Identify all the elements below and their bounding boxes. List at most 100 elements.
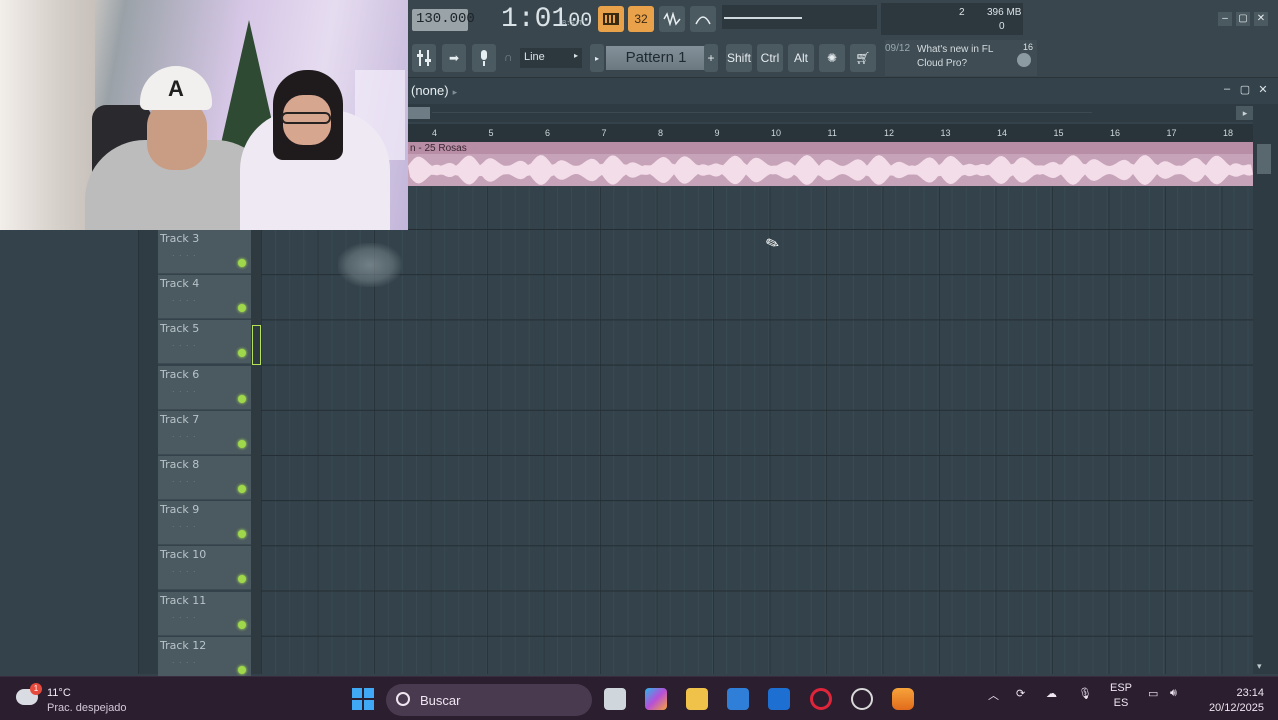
horizontal-scrollbar[interactable]: ▸ [408, 104, 1258, 122]
playlist-maximize-button[interactable]: ▢ [1238, 83, 1252, 96]
step-edit-button[interactable]: 32 [628, 6, 654, 32]
audio-clip[interactable]: n - 25 Rosas [408, 142, 1253, 186]
track-mute-led[interactable] [238, 259, 246, 267]
sync-icon[interactable]: ⟳ [1016, 687, 1025, 700]
track-header[interactable]: Track 11 . . . . [158, 591, 251, 636]
shop-icon: 🛒︎ [855, 51, 871, 65]
close-button[interactable]: ✕ [1254, 12, 1268, 26]
track-header[interactable]: Track 8 . . . . [158, 456, 251, 500]
typing-keyboard-button[interactable] [598, 6, 624, 32]
ruler-bar-label: 5 [488, 128, 494, 138]
scroll-thumb[interactable] [408, 107, 430, 119]
scroll-track [432, 112, 1092, 113]
outlook-icon[interactable] [768, 688, 790, 710]
timeline-ruler[interactable]: 4 5 6 7 8 9 10 11 12 13 14 15 16 17 18 [408, 124, 1253, 142]
ruler-bar-label: 14 [997, 128, 1008, 138]
language-indicator[interactable]: ESP ES [1110, 681, 1132, 711]
maximize-button[interactable]: ▢ [1236, 12, 1250, 26]
snap-selector[interactable]: Line ▸ [520, 48, 582, 68]
playlist-arrow-button[interactable]: ➡ [442, 44, 466, 72]
ctrl-button[interactable]: Ctrl [757, 44, 783, 72]
store-icon[interactable] [727, 688, 749, 710]
waveform-icon [663, 12, 681, 26]
network-icon[interactable]: ▭ [1148, 687, 1158, 700]
ruler-bar-label: 9 [714, 128, 720, 138]
snap-value: Line [524, 51, 545, 63]
track-header[interactable]: Track 6 . . . . [158, 365, 251, 410]
pattern-selector[interactable]: Pattern 1 [606, 46, 706, 70]
drag-ghost [338, 243, 402, 287]
playlist-minimize-button[interactable]: – [1220, 83, 1234, 95]
file-explorer-icon[interactable] [686, 688, 708, 710]
snap-icon: ∩ [504, 50, 513, 64]
news-title: What's new in FL Cloud Pro? [917, 44, 994, 69]
track-name: Track 4 [160, 277, 200, 291]
wait-input-button[interactable] [659, 6, 685, 32]
mixer-button[interactable] [412, 44, 436, 72]
task-view-icon[interactable] [604, 688, 626, 710]
track-mute-led[interactable] [238, 349, 246, 358]
track-mute-led[interactable] [238, 575, 246, 584]
metronome-button[interactable] [690, 6, 716, 32]
shop-button[interactable]: 🛒︎ [850, 44, 876, 72]
add-pattern-button[interactable]: + [704, 44, 718, 72]
track-mute-led[interactable] [238, 304, 246, 313]
vertical-scrollbar[interactable]: ▾ [1253, 104, 1278, 674]
weather-widget[interactable]: 1 11°C Prac. despejado [16, 683, 156, 715]
microphone-icon[interactable]: 🎙︎ [1078, 687, 1092, 700]
sample-browser-button[interactable]: ✺ [819, 44, 845, 72]
track-mute-led[interactable] [238, 439, 246, 448]
pattern-prev-button[interactable]: ▸ [590, 44, 604, 72]
weather-condition: Prac. despejado [47, 702, 127, 714]
track-mute-led[interactable] [238, 530, 246, 539]
chevron-up-icon[interactable]: ︿ [988, 687, 999, 703]
obs-icon[interactable] [851, 688, 873, 710]
playlist-close-button[interactable]: ✕ [1256, 83, 1270, 96]
record-audio-button[interactable] [472, 44, 496, 72]
alt-button[interactable]: Alt [788, 44, 814, 72]
track-grip: . . . . [172, 654, 197, 665]
time-format: B:S:T [561, 20, 583, 28]
curtain [0, 0, 95, 230]
playlist-title[interactable]: (none) ▸ [411, 83, 457, 98]
volume-icon[interactable]: 🔊︎ [1170, 687, 1177, 700]
opera-icon[interactable] [810, 688, 832, 710]
system-clock[interactable]: 23:14 20/12/2025 [1196, 686, 1264, 716]
cap: A [140, 66, 212, 110]
track-list: Track 3 . . . . Track 4 . . . . Track 5 . . .… [158, 187, 251, 681]
track-mute-led[interactable] [238, 665, 246, 674]
track-name: Track 8 [160, 458, 200, 471]
playlist-header: (none) ▸ – ▢ ✕ [408, 80, 1278, 102]
news-panel[interactable]: 09/12 What's new in FL Cloud Pro? 16 [885, 40, 1037, 76]
track-header[interactable]: Track 7 . . . . [158, 410, 251, 455]
minimize-button[interactable]: – [1218, 12, 1232, 26]
track-header[interactable]: Track 12 . . . . [158, 636, 251, 681]
playlist-grid[interactable] [261, 187, 1253, 674]
track-mute-led[interactable] [238, 485, 246, 493]
vscroll-thumb[interactable] [1257, 144, 1271, 174]
ruler-bar-label: 4 [432, 128, 438, 138]
audio-waveform [408, 155, 1253, 185]
step-label: 32 [634, 12, 648, 26]
copilot-icon[interactable] [645, 688, 667, 710]
track-header[interactable]: Track 4 . . . . [158, 275, 251, 320]
tempo-display[interactable]: 130.000 [412, 9, 475, 31]
taskbar-search[interactable]: Buscar [386, 684, 592, 716]
track-header[interactable]: Track 9 . . . . [158, 501, 251, 546]
song-position[interactable]: 1:0100 B:S:T [473, 3, 593, 37]
keyboard-icon [603, 13, 619, 25]
track-header[interactable]: Track 5 . . . . [158, 320, 251, 365]
polyphony-value: 0 [999, 21, 1005, 32]
track-header[interactable]: Track 10 . . . . [158, 546, 251, 591]
track-header[interactable]: Track 3 . . . . [158, 230, 251, 274]
scroll-end-button[interactable]: ▸ [1236, 106, 1254, 120]
track-mute-led[interactable] [238, 394, 246, 403]
fl-studio-icon[interactable] [892, 688, 914, 710]
windows-start-icon[interactable] [352, 688, 374, 710]
track-mute-led[interactable] [238, 620, 246, 629]
shift-button[interactable]: Shift [726, 44, 752, 72]
ruler-bar-label: 17 [1166, 128, 1177, 138]
onedrive-icon[interactable]: ☁ [1046, 687, 1057, 700]
scroll-down-icon[interactable]: ▾ [1257, 661, 1262, 672]
playlist-title-text: (none) [411, 83, 449, 98]
